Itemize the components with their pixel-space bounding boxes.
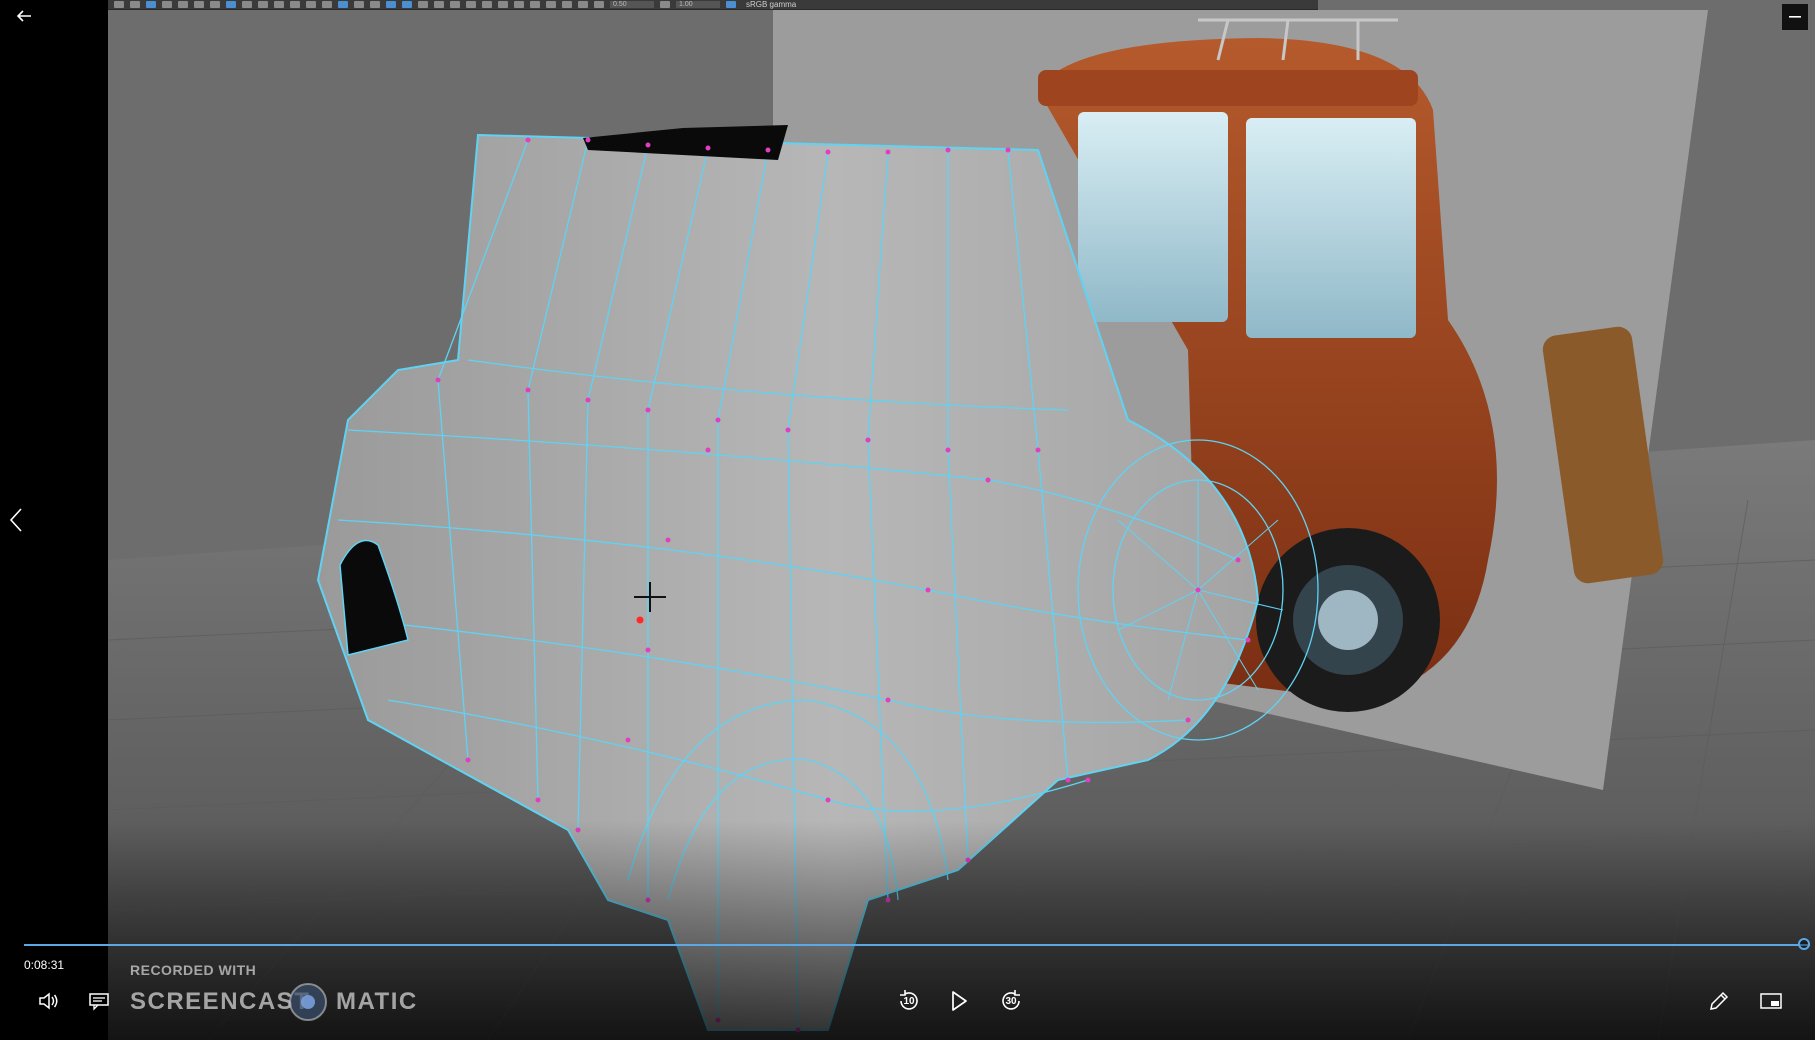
forward-button[interactable]: 30 (994, 984, 1028, 1018)
toolbar-tool-icon[interactable] (114, 1, 124, 8)
miniview-icon (1760, 993, 1782, 1009)
toolbar-tool-icon[interactable] (338, 1, 348, 8)
seek-bar-progress (24, 944, 1810, 946)
pencil-icon (1710, 991, 1729, 1010)
toolbar-tool-icon[interactable] (306, 1, 316, 8)
miniview-button[interactable] (1754, 984, 1788, 1018)
recording-watermark: RECORDED WITH SCREENCAST MATIC (130, 962, 430, 1022)
current-time: 0:08:31 (24, 958, 65, 972)
toolbar-tool-icon[interactable] (226, 1, 236, 8)
toolbar-tool-icon[interactable] (370, 1, 380, 8)
toolbar-tool-icon[interactable] (450, 1, 460, 8)
video-frame[interactable] (108, 0, 1815, 1040)
watermark-brand-right: MATIC (336, 988, 418, 1015)
toolbar-tool-icon[interactable] (498, 1, 508, 8)
forward-seconds: 30 (1005, 996, 1017, 1007)
toolbar-tool-icon[interactable] (434, 1, 444, 8)
speaker-icon (39, 992, 58, 1010)
toolbar-value-field[interactable]: 1.00 (676, 1, 720, 8)
play-icon (952, 991, 967, 1011)
toolbar-tool-icon[interactable] (146, 1, 156, 8)
chevron-left-icon (9, 508, 22, 532)
screencast-logo-icon (289, 983, 327, 1021)
toolbar-tool-icon[interactable] (660, 1, 670, 8)
toolbar-tool-icon[interactable] (594, 1, 604, 8)
toolbar-tool-icon[interactable] (130, 1, 140, 8)
toolbar-tool-icon[interactable] (258, 1, 268, 8)
seek-bar[interactable] (24, 938, 1810, 950)
toolbar-tool-icon[interactable] (482, 1, 492, 8)
toolbar-tool-icon[interactable] (466, 1, 476, 8)
watermark-brand-left: SCREENCAST (130, 988, 311, 1015)
toolbar-tool-icon[interactable] (274, 1, 284, 8)
toolbar-tool-icon[interactable] (178, 1, 188, 8)
toolbar-tool-icon[interactable] (322, 1, 332, 8)
modeling-viewport (108, 0, 1815, 1040)
toolbar-tool-icon[interactable] (162, 1, 172, 8)
toolbar-tool-icon[interactable] (530, 1, 540, 8)
back-button[interactable] (12, 4, 36, 28)
toolbar-tool-icon[interactable] (354, 1, 364, 8)
video-player: 0.50 1.00 sRGB gamma 0:08:31 RECORDED WI… (0, 0, 1815, 1040)
minimize-icon (1789, 16, 1801, 18)
toolbar-tool-icon[interactable] (402, 1, 412, 8)
arrow-left-icon (16, 10, 31, 22)
toolbar-tool-icon[interactable] (418, 1, 428, 8)
toolbar-tool-icon[interactable] (290, 1, 300, 8)
toolbar-tool-icon[interactable] (194, 1, 204, 8)
colorspace-icon[interactable] (726, 1, 736, 8)
toolbar-tool-icon[interactable] (242, 1, 252, 8)
toolbar-tool-icon[interactable] (514, 1, 524, 8)
selected-vertex (636, 616, 644, 624)
toolbar-tool-icon[interactable] (210, 1, 220, 8)
toolbar-tool-icon[interactable] (578, 1, 588, 8)
toolbar-tool-icon[interactable] (562, 1, 572, 8)
rewind-button[interactable]: 10 (892, 984, 926, 1018)
toolbar-tool-icon[interactable] (546, 1, 556, 8)
rewind-seconds: 10 (903, 996, 915, 1007)
edit-button[interactable] (1702, 984, 1736, 1018)
toolbar-value-field[interactable]: 0.50 (610, 1, 654, 8)
minimize-button[interactable] (1782, 4, 1808, 30)
captions-icon (89, 993, 109, 1011)
watermark-caption: RECORDED WITH (130, 962, 257, 978)
colorspace-label[interactable]: sRGB gamma (742, 0, 796, 9)
volume-button[interactable] (32, 984, 66, 1018)
play-button[interactable] (942, 984, 976, 1018)
toolbar-tool-icon[interactable] (386, 1, 396, 8)
seek-bar-thumb[interactable] (1798, 938, 1810, 950)
previous-button[interactable] (4, 504, 28, 536)
captions-button[interactable] (82, 984, 116, 1018)
app-toolbar: 0.50 1.00 sRGB gamma (108, 0, 1318, 10)
